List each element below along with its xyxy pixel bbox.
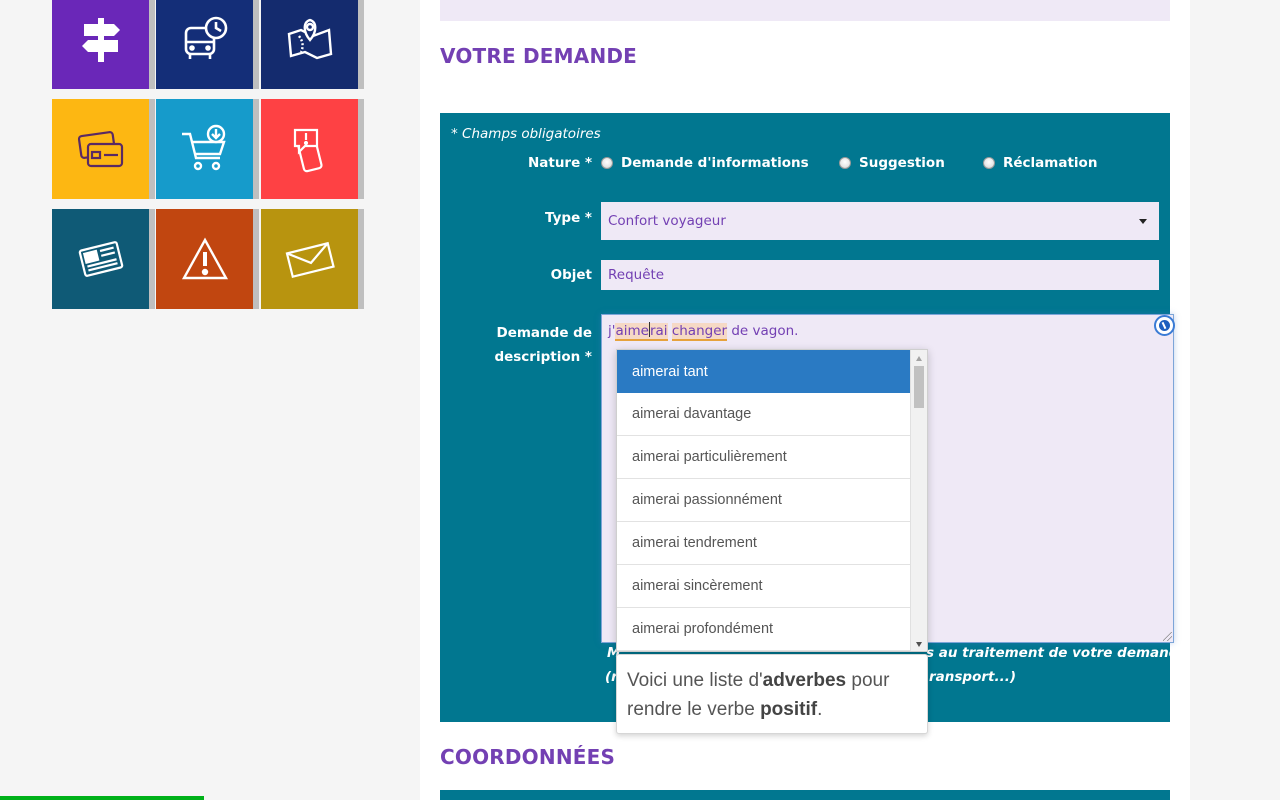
tile-bus-schedule[interactable] bbox=[156, 0, 259, 89]
object-input[interactable]: Requête bbox=[601, 260, 1159, 290]
scroll-thumb[interactable] bbox=[914, 366, 924, 408]
type-select-value: Confort voyageur bbox=[608, 213, 726, 229]
grammar-checker-icon[interactable] bbox=[1154, 315, 1175, 336]
radio-label-reclamation[interactable]: Réclamation bbox=[1003, 155, 1097, 171]
hint-line2-end: ransport...) bbox=[929, 669, 1017, 685]
tile-cards[interactable] bbox=[52, 99, 155, 199]
object-label: Objet bbox=[550, 267, 592, 283]
tile-map[interactable] bbox=[261, 0, 364, 89]
highlight-word-changer[interactable]: changer bbox=[671, 323, 728, 341]
type-select[interactable]: Confort voyageur bbox=[601, 202, 1159, 240]
object-input-value: Requête bbox=[608, 267, 665, 283]
suggestion-item[interactable]: aimerai passionnément bbox=[617, 479, 911, 522]
required-fields-note: * Champs obligatoires bbox=[451, 126, 601, 142]
phone-alert-icon bbox=[293, 128, 323, 173]
resize-handle[interactable] bbox=[1163, 632, 1172, 641]
tile-phone-alert[interactable] bbox=[261, 99, 364, 199]
suggestion-item[interactable]: aimerai tant bbox=[617, 350, 911, 393]
radio-suggestion[interactable] bbox=[839, 157, 851, 169]
description-label: Demande de description * bbox=[480, 321, 592, 369]
tile-cart[interactable] bbox=[156, 99, 259, 199]
radio-label-suggestion[interactable]: Suggestion bbox=[859, 155, 945, 171]
cart-icon bbox=[181, 124, 226, 171]
chevron-down-icon[interactable] bbox=[1139, 219, 1147, 224]
highlight-word-aimerai[interactable]: aimerai bbox=[615, 322, 668, 341]
radio-label-demande-informations[interactable]: Demande d'informations bbox=[621, 155, 809, 171]
mail-icon bbox=[285, 241, 335, 279]
section-title-contact: COORDONNÉES bbox=[440, 745, 616, 769]
nature-label: Nature * bbox=[527, 155, 592, 171]
bus-clock-icon bbox=[184, 16, 227, 59]
signpost-icon bbox=[81, 18, 120, 62]
contact-form bbox=[440, 790, 1170, 800]
tile-signpost[interactable] bbox=[52, 0, 155, 89]
suggestion-item[interactable]: aimerai davantage bbox=[617, 393, 911, 436]
newspaper-icon bbox=[78, 241, 123, 277]
description-label-line2: description * bbox=[494, 349, 592, 365]
suggestion-item[interactable]: aimerai sincèrement bbox=[617, 565, 911, 608]
warning-icon bbox=[181, 237, 228, 280]
scroll-up-icon[interactable] bbox=[916, 356, 922, 361]
map-pin-icon bbox=[287, 18, 332, 60]
suggestion-tooltip: Voici une liste d'adverbes pour rendre l… bbox=[616, 654, 928, 734]
section-title-request: VOTRE DEMANDE bbox=[440, 44, 638, 68]
tile-warning[interactable] bbox=[156, 209, 259, 309]
card-icon bbox=[77, 131, 123, 168]
scroll-down-icon[interactable] bbox=[916, 642, 922, 647]
suggestion-dropdown: aimerai tant aimerai davantage aimerai p… bbox=[616, 349, 928, 652]
radio-reclamation[interactable] bbox=[983, 157, 995, 169]
radio-demande-informations[interactable] bbox=[601, 157, 613, 169]
suggestion-item[interactable]: aimerai profondément bbox=[617, 608, 911, 651]
tile-mail[interactable] bbox=[261, 209, 364, 309]
hint-line1-end: s au traitement de votre demande bbox=[926, 645, 1188, 661]
description-text: j'aimerai changer de vagon. bbox=[608, 322, 799, 341]
suggestion-item[interactable]: aimerai particulièrement bbox=[617, 436, 911, 479]
page-progress-bar bbox=[0, 796, 204, 800]
info-strip bbox=[440, 0, 1170, 21]
type-label: Type * bbox=[545, 210, 592, 226]
suggestion-item[interactable]: aimerai tendrement bbox=[617, 522, 911, 565]
tile-news[interactable] bbox=[52, 209, 155, 309]
description-label-line1: Demande de bbox=[496, 325, 593, 341]
suggestion-scrollbar[interactable] bbox=[910, 350, 927, 651]
